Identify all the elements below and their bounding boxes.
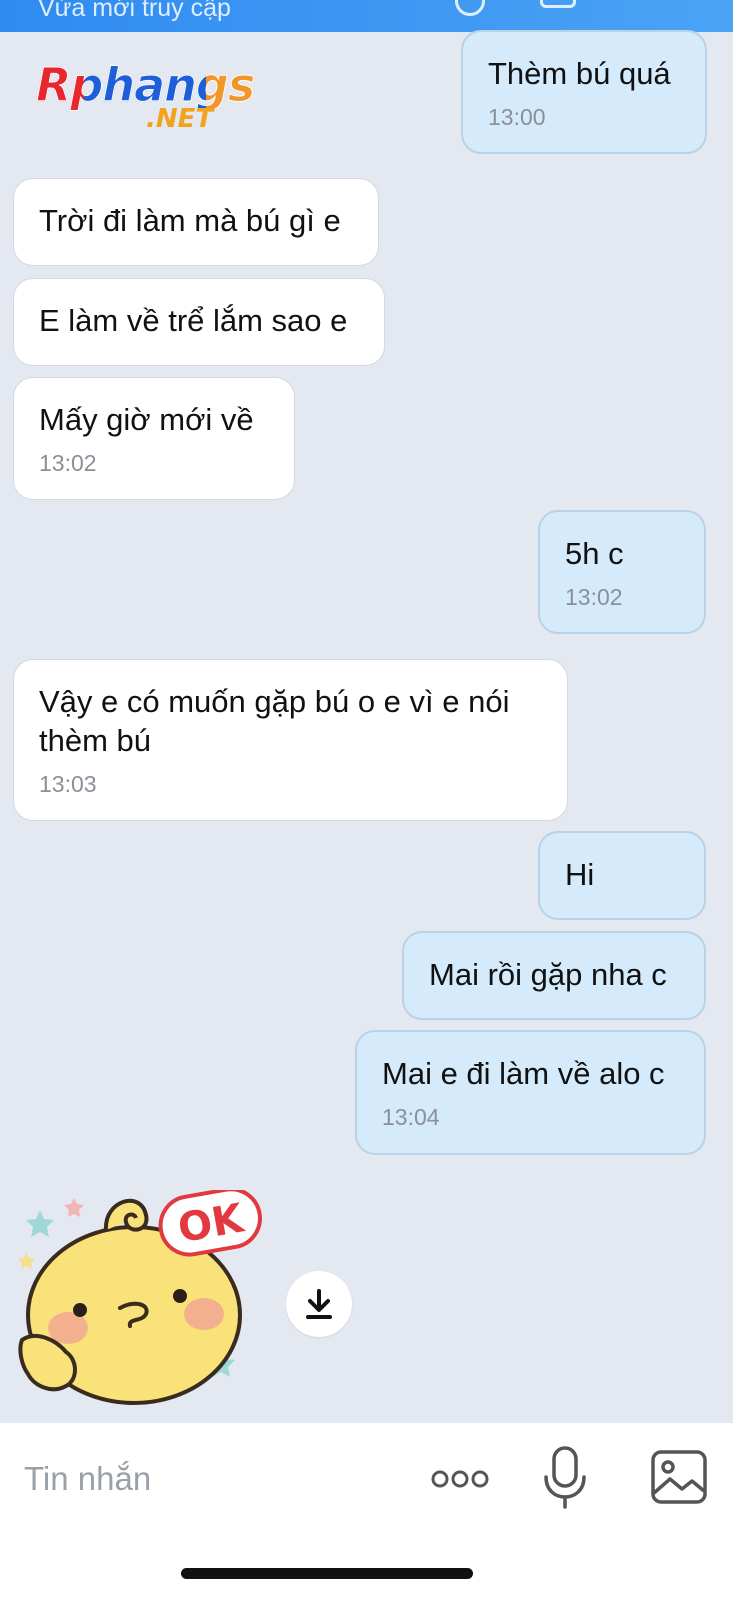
message-text: 5h c bbox=[565, 536, 624, 571]
message-time: 13:02 bbox=[565, 584, 623, 610]
ok-sticker[interactable]: OK bbox=[16, 1187, 266, 1420]
message-text: Hi bbox=[565, 857, 595, 892]
message-incoming[interactable]: E làm về trể lắm sao e bbox=[13, 278, 385, 366]
message-time: 13:02 bbox=[39, 450, 97, 476]
message-text: Trời đi làm mà bú gì e bbox=[39, 203, 341, 238]
message-incoming[interactable]: Vậy e có muốn gặp bú o e vì e nói thèm b… bbox=[13, 659, 568, 821]
voice-message-button[interactable] bbox=[540, 1445, 590, 1511]
chat-header: Vừa mới truy cập bbox=[0, 0, 733, 32]
download-icon bbox=[306, 1289, 332, 1319]
message-time: 13:04 bbox=[382, 1104, 440, 1130]
message-input[interactable]: Tin nhắn bbox=[24, 1451, 404, 1507]
chick-ok-sticker-icon: OK bbox=[18, 1187, 262, 1405]
message-incoming[interactable]: Trời đi làm mà bú gì e bbox=[13, 178, 379, 266]
microphone-icon bbox=[544, 1446, 586, 1509]
message-time: 13:03 bbox=[39, 771, 97, 797]
image-icon bbox=[651, 1450, 707, 1504]
watermark-logo: Rphangs .NET bbox=[35, 58, 266, 140]
more-options-button[interactable] bbox=[430, 1461, 490, 1497]
message-time: 13:00 bbox=[488, 104, 546, 130]
message-outgoing[interactable]: Hi bbox=[538, 831, 706, 920]
message-incoming[interactable]: Mấy giờ mới về 13:02 bbox=[13, 377, 295, 500]
message-text: Mai rồi gặp nha c bbox=[429, 957, 667, 992]
more-dots-icon bbox=[431, 1470, 489, 1488]
message-outgoing[interactable]: Thèm bú quá 13:00 bbox=[461, 30, 707, 154]
video-call-icon[interactable] bbox=[540, 0, 576, 8]
home-indicator bbox=[181, 1568, 473, 1579]
message-outgoing[interactable]: 5h c 13:02 bbox=[538, 510, 706, 634]
call-icon[interactable] bbox=[455, 0, 485, 16]
message-text: Vậy e có muốn gặp bú o e vì e nói thèm b… bbox=[39, 684, 510, 758]
send-image-button[interactable] bbox=[650, 1449, 708, 1505]
presence-status: Vừa mới truy cập bbox=[38, 0, 231, 22]
download-sticker-button[interactable] bbox=[286, 1271, 352, 1337]
message-outgoing[interactable]: Mai e đi làm về alo c 13:04 bbox=[355, 1030, 706, 1155]
message-text: E làm về trể lắm sao e bbox=[39, 303, 348, 338]
message-text: Mấy giờ mới về bbox=[39, 402, 254, 437]
message-outgoing[interactable]: Mai rồi gặp nha c bbox=[402, 931, 706, 1020]
message-text: Mai e đi làm về alo c bbox=[382, 1056, 665, 1091]
message-text: Thèm bú quá bbox=[488, 56, 671, 91]
watermark-tld: .NET bbox=[146, 104, 214, 134]
